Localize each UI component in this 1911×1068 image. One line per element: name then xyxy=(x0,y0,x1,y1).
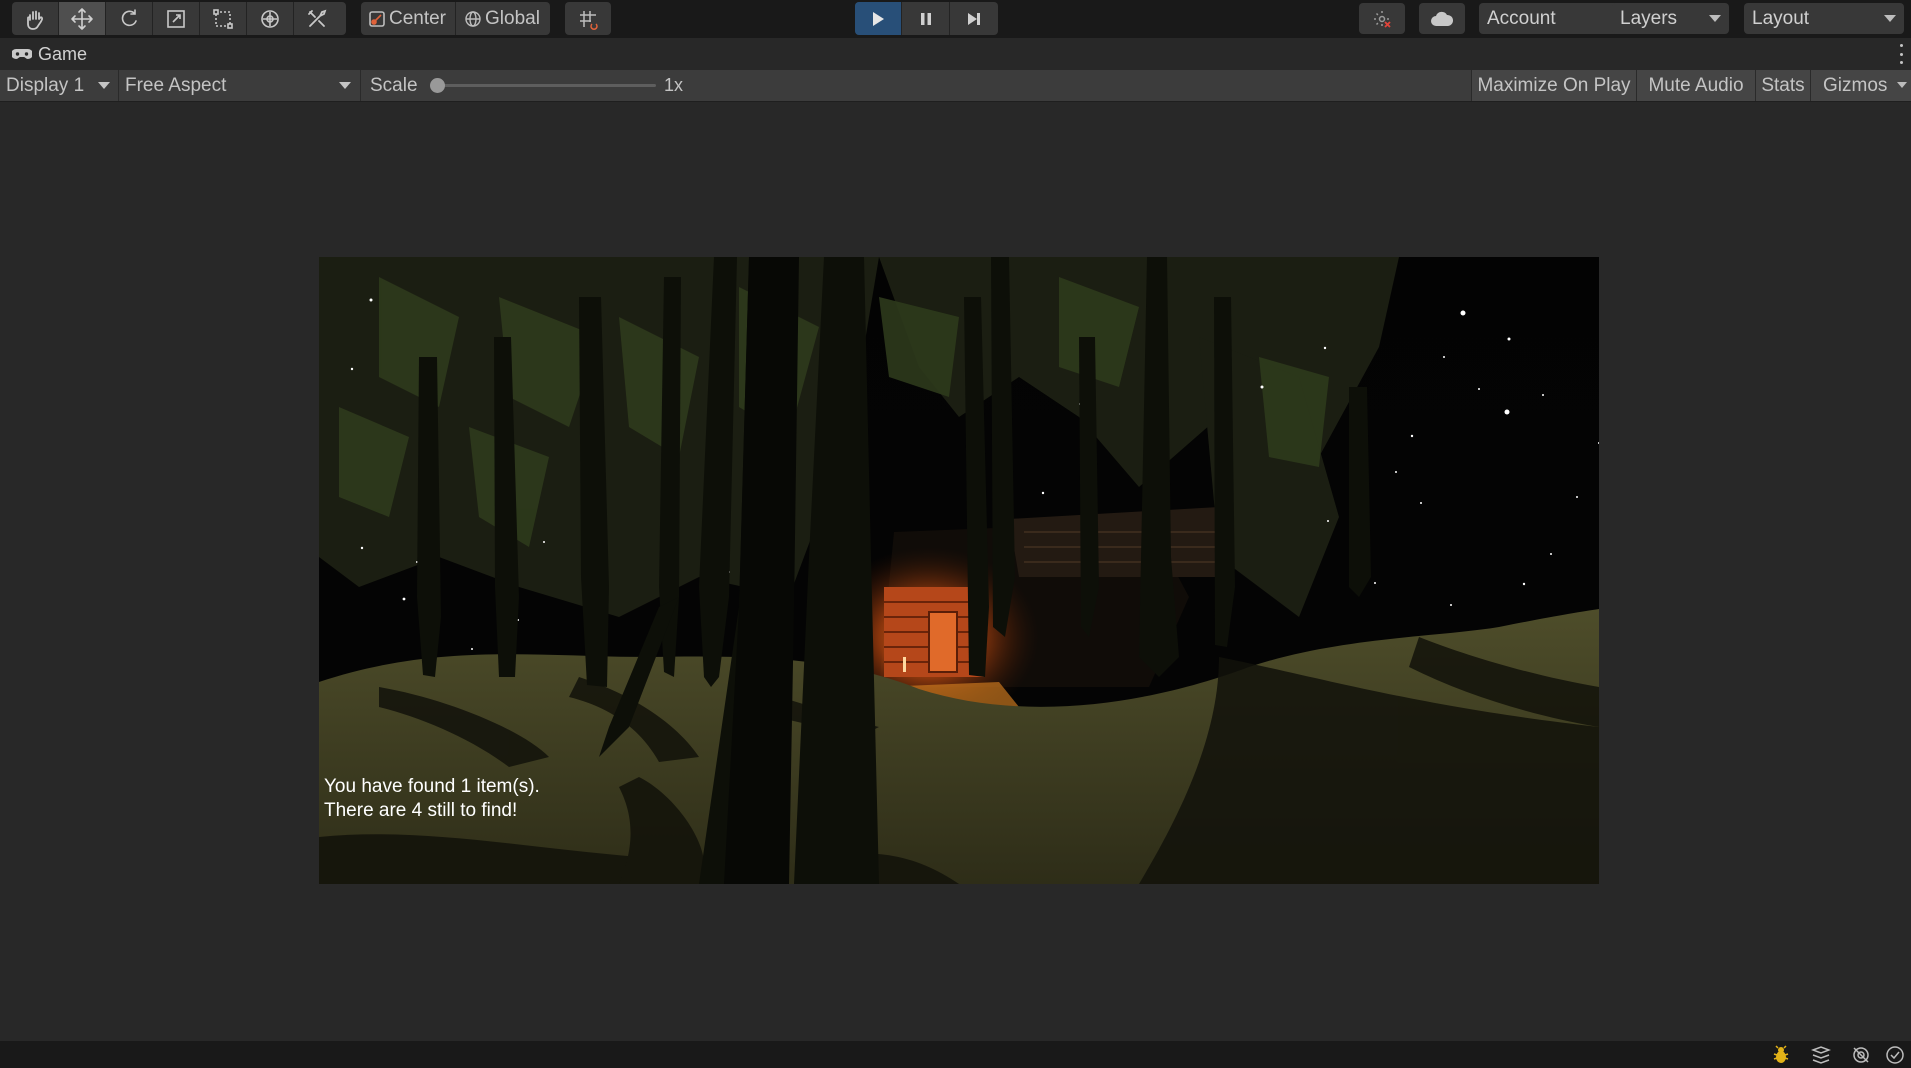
mute-audio-toggle[interactable]: Mute Audio xyxy=(1636,70,1755,101)
rotate-tool-button[interactable] xyxy=(106,2,152,35)
pivot-position-toggle[interactable]: Center xyxy=(361,2,455,35)
hud-found-text: You have found 1 item(s). xyxy=(324,776,540,797)
chevron-down-icon xyxy=(1884,15,1896,22)
pause-icon xyxy=(920,12,931,25)
step-icon xyxy=(967,12,980,25)
pivot-group: Center Global xyxy=(361,2,550,35)
move-icon xyxy=(71,7,93,30)
layout-dropdown[interactable]: Layout xyxy=(1744,3,1904,34)
check-circle-icon[interactable] xyxy=(1884,1044,1906,1066)
tool-group xyxy=(12,2,346,35)
snap-group xyxy=(565,2,611,35)
collab-icon xyxy=(1374,10,1391,28)
separator xyxy=(360,70,361,101)
collab-button[interactable] xyxy=(1359,3,1405,34)
chevron-down-icon[interactable] xyxy=(1897,82,1907,88)
aspect-dropdown[interactable]: Free Aspect xyxy=(119,70,359,101)
scale-value: 1x xyxy=(664,75,684,95)
game-view-toolbar: Display 1 Free Aspect Scale 1x Maximize … xyxy=(0,70,1911,102)
account-dropdown[interactable]: Account xyxy=(1479,3,1632,34)
chevron-down-icon xyxy=(339,82,351,89)
display-label: Display 1 xyxy=(6,74,85,96)
pivot-position-label: Center xyxy=(388,7,447,29)
playback-group xyxy=(855,2,998,35)
main-toolbar: Center Global Account Layers Layout xyxy=(0,0,1911,38)
aspect-label: Free Aspect xyxy=(125,74,227,96)
tab-game[interactable]: Game xyxy=(0,38,87,70)
play-icon xyxy=(873,11,884,26)
hand-tool-button[interactable] xyxy=(12,2,58,35)
rect-transform-icon xyxy=(213,8,233,29)
move-tool-button[interactable] xyxy=(59,2,105,35)
hud-remaining-text: There are 4 still to find! xyxy=(324,800,518,821)
gizmos-label: Gizmos xyxy=(1823,74,1888,96)
tab-bar: Game xyxy=(0,38,1911,70)
hud-item-counter: You have found 1 item(s). There are 4 st… xyxy=(324,775,540,823)
cloud-icon xyxy=(1431,11,1454,26)
pivot-center-icon xyxy=(369,10,385,27)
game-viewport[interactable]: You have found 1 item(s). There are 4 st… xyxy=(319,257,1599,884)
chevron-down-icon xyxy=(98,82,110,89)
tab-game-label: Game xyxy=(38,43,88,64)
custom-tool-icon xyxy=(308,9,327,27)
stats-label: Stats xyxy=(1761,74,1805,96)
transform-tool-button[interactable] xyxy=(247,2,293,35)
layers-stack-icon[interactable] xyxy=(1810,1044,1832,1066)
account-label: Account xyxy=(1487,7,1556,29)
hand-icon xyxy=(27,10,44,30)
gamepad-icon xyxy=(12,49,32,59)
maximize-on-play-label: Maximize On Play xyxy=(1477,74,1631,96)
mute-audio-label: Mute Audio xyxy=(1648,74,1744,96)
display-dropdown[interactable]: Display 1 xyxy=(0,70,118,101)
maximize-on-play-toggle[interactable]: Maximize On Play xyxy=(1471,70,1636,101)
gizmos-toggle[interactable]: Gizmos xyxy=(1810,70,1911,101)
rotate-icon xyxy=(121,8,137,26)
layout-label: Layout xyxy=(1752,7,1810,29)
auto-generate-lighting-icon[interactable] xyxy=(1850,1044,1872,1066)
rect-tool-button[interactable] xyxy=(200,2,246,35)
step-button[interactable] xyxy=(950,2,997,35)
stats-toggle[interactable]: Stats xyxy=(1755,70,1810,101)
bug-icon[interactable] xyxy=(1770,1044,1792,1066)
cloud-button[interactable] xyxy=(1419,3,1465,34)
chevron-down-icon xyxy=(1709,15,1721,22)
scale-slider-track[interactable] xyxy=(436,84,656,87)
status-bar xyxy=(0,1041,1911,1068)
custom-tool-button[interactable] xyxy=(294,2,340,35)
pivot-rotation-label: Global xyxy=(485,7,540,29)
layers-dropdown[interactable]: Layers xyxy=(1612,3,1729,34)
scale-icon xyxy=(167,9,185,28)
layers-label: Layers xyxy=(1620,7,1678,29)
globe-icon xyxy=(465,10,481,27)
grid-snap-icon xyxy=(580,10,598,30)
pivot-rotation-toggle[interactable]: Global xyxy=(456,2,550,35)
scale-slider-thumb[interactable] xyxy=(430,78,445,93)
scale-label: Scale xyxy=(370,74,418,96)
play-button[interactable] xyxy=(855,2,901,35)
scale-tool-button[interactable] xyxy=(153,2,199,35)
kebab-menu-icon[interactable] xyxy=(1897,44,1905,64)
transform-icon xyxy=(261,9,279,28)
pause-button[interactable] xyxy=(902,2,949,35)
grid-snap-button[interactable] xyxy=(565,2,611,35)
